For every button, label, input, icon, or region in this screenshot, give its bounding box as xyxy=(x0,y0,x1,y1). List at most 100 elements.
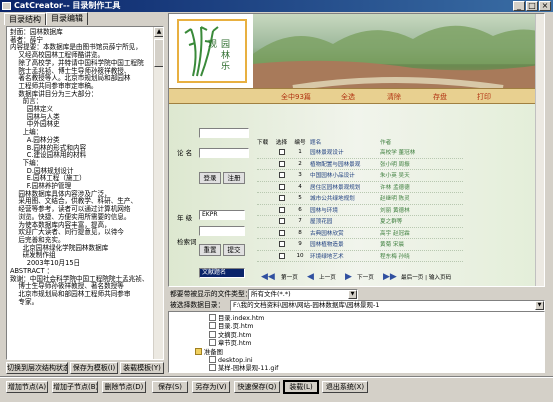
exit-button[interactable]: 退出系统(X) xyxy=(322,381,368,393)
search-input[interactable] xyxy=(199,226,245,236)
reset-button[interactable]: 重置 xyxy=(199,244,221,256)
row-author: 高宇 赵冠霖 xyxy=(380,230,410,237)
close-button[interactable]: × xyxy=(539,1,551,11)
row-title-link[interactable]: 园林植物造景 xyxy=(310,240,380,248)
row-title-link[interactable]: 屋顶花园 xyxy=(310,217,380,225)
preview-scrollbar[interactable] xyxy=(535,14,544,286)
row-checkbox[interactable] xyxy=(273,218,290,225)
row-title-link[interactable]: 园林与环境 xyxy=(310,206,380,214)
submit-button[interactable]: 提交 xyxy=(223,244,245,256)
scroll-thumb[interactable] xyxy=(154,39,163,67)
save-as-button[interactable]: 另存为(V) xyxy=(192,381,230,393)
row-checkbox[interactable] xyxy=(273,229,290,236)
table-row: 4 居住区园林景观规划 许林 孟德德 xyxy=(257,182,463,193)
file-icon xyxy=(209,364,216,372)
last-page-link[interactable]: 最后一页 | 输入页码 xyxy=(401,273,451,281)
file-tree[interactable]: 目录.index.htm 目录.页.htm 文摘页.htm 章节页.htm 准备图 des… xyxy=(168,311,545,373)
tab-edit[interactable]: 目录编辑 xyxy=(46,12,88,25)
tree-item-label: 文摘页.htm xyxy=(218,331,252,339)
row-number: 4 xyxy=(298,183,302,190)
nav-save[interactable]: 存盘 xyxy=(433,92,447,102)
chevron-down-icon[interactable]: ▼ xyxy=(535,301,544,310)
row-title-link[interactable]: 古典园林欣赏 xyxy=(310,229,380,237)
quick-save-button[interactable]: 快速保存(Q) xyxy=(234,381,280,393)
row-checkbox[interactable] xyxy=(273,149,290,156)
file-icon xyxy=(209,314,216,321)
row-author: 程东梅 孙晓 xyxy=(380,253,410,260)
row-checkbox[interactable] xyxy=(273,252,290,259)
register-button[interactable]: 注册 xyxy=(223,172,245,184)
save-button[interactable]: 保存(S) xyxy=(152,381,188,393)
switch-hierarchy-button[interactable]: 切换到层次结构状态(Q) xyxy=(6,362,68,374)
delete-node-button[interactable]: 删除节点(D) xyxy=(102,381,146,393)
login-button[interactable]: 登录 xyxy=(199,172,221,184)
tree-item-label: 某样-园林景观-11.gif xyxy=(218,365,279,373)
label-year: 年 级 xyxy=(177,214,193,222)
load-button[interactable]: 装载(L) xyxy=(283,380,319,394)
nav-print[interactable]: 打印 xyxy=(477,92,491,102)
maximize-button[interactable]: □ xyxy=(526,1,538,11)
first-page-link[interactable]: 第一页 xyxy=(281,273,298,281)
tree-item-label: 准备图 xyxy=(204,348,223,356)
row-number: 9 xyxy=(298,241,302,248)
preview-nav: 全中93篇 全选 清除 存盘 打印 xyxy=(169,88,544,104)
file-type-select[interactable]: 所有文件(*.*) ▼ xyxy=(248,289,358,300)
row-checkbox[interactable] xyxy=(273,183,290,190)
results-table: 下载 选择 编号 题名 作者 1 园林景观设计 高校学 董冠林 2 植物配置与园林景观张… xyxy=(257,138,463,262)
logo-text: 园林乐观 xyxy=(206,39,229,72)
add-child-node-button[interactable]: 增加子节点(B) xyxy=(52,381,98,393)
first-page-icon[interactable]: ◀◀ xyxy=(261,272,275,282)
row-title-link[interactable]: 环境绿地艺术 xyxy=(310,252,380,260)
keyword-input[interactable] xyxy=(199,128,249,138)
row-title-link[interactable]: 城市公共绿地规划 xyxy=(310,194,380,202)
content-editor[interactable]: 封面：园林数据库 著者：薛宁 内容提要：本数据库是由图书馆员薛宁所见， 又经高校园林… xyxy=(6,26,164,360)
row-title-link[interactable]: 植物配置与园林景观 xyxy=(310,160,380,168)
nav-clear[interactable]: 清除 xyxy=(387,92,401,102)
last-page-icon[interactable]: ▶▶ xyxy=(383,272,397,282)
year-input[interactable]: EKPR xyxy=(199,210,245,220)
row-title-link[interactable]: 中国园林小品设计 xyxy=(310,171,380,179)
header-number: 编号 xyxy=(294,140,306,146)
row-checkbox[interactable] xyxy=(273,241,290,248)
header-download: 下载 xyxy=(257,140,269,146)
label-keyword: 论 名 xyxy=(177,149,193,157)
row-checkbox[interactable] xyxy=(273,206,290,213)
prev-page-icon[interactable]: ◀ xyxy=(307,272,314,282)
row-number: 1 xyxy=(298,149,302,156)
search-field-select[interactable]: 文献题名 xyxy=(199,268,245,278)
editor-line: 专家。 xyxy=(10,297,39,306)
file-icon xyxy=(209,322,216,330)
table-row: 9 园林植物造景 黄菊 宋晨 xyxy=(257,239,463,251)
table-row: 8 古典园林欣赏 高宇 赵冠霖 xyxy=(257,228,463,239)
row-title-link[interactable]: 居住区园林景观规划 xyxy=(310,183,380,191)
window-title: CatCreator-- 目录制作工具 xyxy=(14,1,121,10)
nav-all-count[interactable]: 全中93篇 xyxy=(281,92,311,102)
html-preview[interactable]: 园林乐观 全中93篇 全选 清除 存盘 打印 论 名 登录 注册 年 级 EKP… xyxy=(168,13,545,287)
next-page-link[interactable]: 下一页 xyxy=(357,273,374,281)
keyword-input-2[interactable] xyxy=(199,148,249,158)
tab-structure[interactable]: 目录结构 xyxy=(4,13,46,25)
chevron-down-icon[interactable]: ▼ xyxy=(348,290,357,299)
row-number: 3 xyxy=(298,172,302,179)
next-page-icon[interactable]: ▶ xyxy=(345,272,352,282)
editor-text[interactable]: 封面：园林数据库 著者：薛宁 内容提要：本数据库是由图书馆员薛宁所见， 又经高校园林… xyxy=(7,27,163,308)
file-type-value: 所有文件(*.*) xyxy=(251,290,291,298)
table-row: 7 屋顶花园 夏之群等 xyxy=(257,216,463,228)
row-title-link[interactable]: 园林景观设计 xyxy=(310,148,380,156)
row-checkbox[interactable] xyxy=(273,195,290,202)
load-template-button[interactable]: 装载模板(Y) xyxy=(120,362,164,374)
editor-scrollbar[interactable]: ▲ xyxy=(153,27,163,359)
tree-item[interactable]: 某样-园林景观-11.gif xyxy=(209,364,279,373)
root-dir-select[interactable]: F:\我的文档资料\园林\网站-园林数据库\园林景观-1 ▼ xyxy=(230,300,545,311)
save-template-button[interactable]: 保存为模板(I) xyxy=(70,362,118,374)
scroll-up-icon[interactable]: ▲ xyxy=(154,27,163,37)
add-node-button[interactable]: 增加节点(A) xyxy=(6,381,48,393)
minimize-button[interactable]: _ xyxy=(513,1,525,11)
nav-select-all[interactable]: 全选 xyxy=(341,92,355,102)
file-icon xyxy=(209,330,216,338)
app-icon xyxy=(2,2,11,10)
row-checkbox[interactable] xyxy=(273,160,290,167)
garden-logo: 园林乐观 xyxy=(177,19,247,83)
prev-page-link[interactable]: 上一页 xyxy=(319,273,336,281)
row-checkbox[interactable] xyxy=(273,172,290,179)
